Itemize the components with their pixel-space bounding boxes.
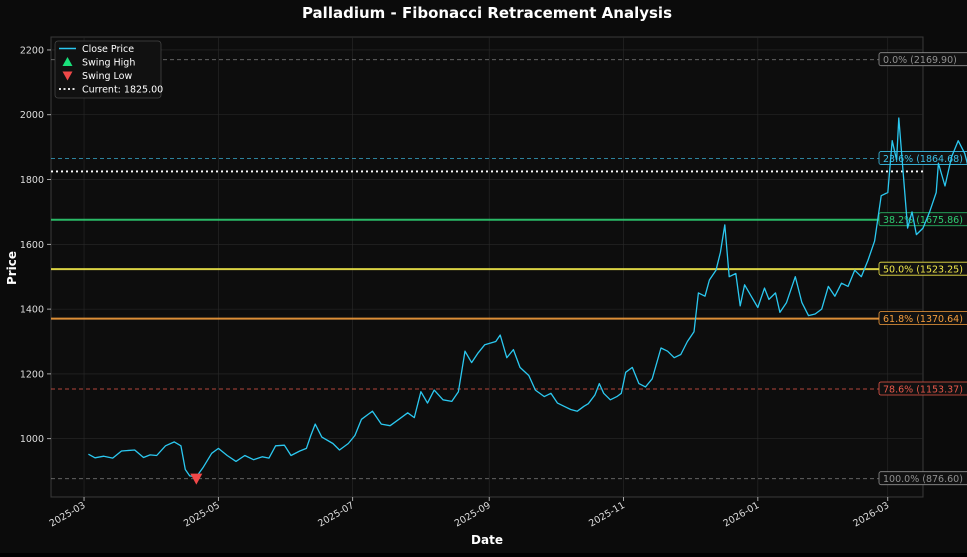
chart-title: Palladium - Fibonacci Retracement Analys…: [302, 4, 672, 22]
fibonacci-chart: Palladium - Fibonacci Retracement Analys…: [0, 0, 967, 553]
y-tick-label: 2200: [20, 45, 44, 56]
y-tick-label: 1800: [20, 175, 44, 186]
x-axis-label: Date: [471, 533, 503, 547]
fib-level-label: 100.0% (876.60): [878, 471, 967, 485]
y-tick-label: 1600: [20, 240, 44, 251]
legend-label: Current: 1825.00: [82, 85, 163, 96]
y-tick-label: 1200: [20, 369, 44, 380]
y-axis-label: Price: [5, 251, 19, 285]
legend-label: Close Price: [82, 44, 134, 55]
fib-label-text: 0.0% (2169.90): [883, 55, 957, 66]
fib-label-text: 78.6% (1153.37): [883, 385, 963, 396]
fib-level-label: 78.6% (1153.37): [878, 381, 967, 396]
fib-label-text: 38.2% (1675.86): [883, 215, 963, 226]
y-tick-label: 2000: [20, 110, 44, 121]
fib-level-label: 50.0% (1523.25): [878, 261, 967, 276]
chart-container: Palladium - Fibonacci Retracement Analys…: [0, 0, 967, 553]
legend-label: Swing High: [82, 58, 135, 69]
fib-label-text: 61.8% (1370.64): [883, 314, 963, 325]
legend: Close Price Swing High Swing Low Current: 1…: [54, 40, 163, 99]
legend-label: Swing Low: [82, 71, 132, 82]
fib-level-label: 0.0% (2169.90): [878, 52, 967, 66]
fib-level-label: 38.2% (1675.86): [878, 212, 967, 226]
y-tick-label: 1400: [20, 305, 44, 316]
fib-level-label: 23.6% (1864.68): [878, 151, 967, 165]
plot-area: [50, 36, 924, 498]
fib-label-text: 100.0% (876.60): [883, 474, 963, 485]
fib-label-text: 50.0% (1523.25): [883, 265, 963, 276]
y-tick-label: 1000: [20, 434, 44, 445]
fib-level-label: 61.8% (1370.64): [878, 311, 967, 325]
